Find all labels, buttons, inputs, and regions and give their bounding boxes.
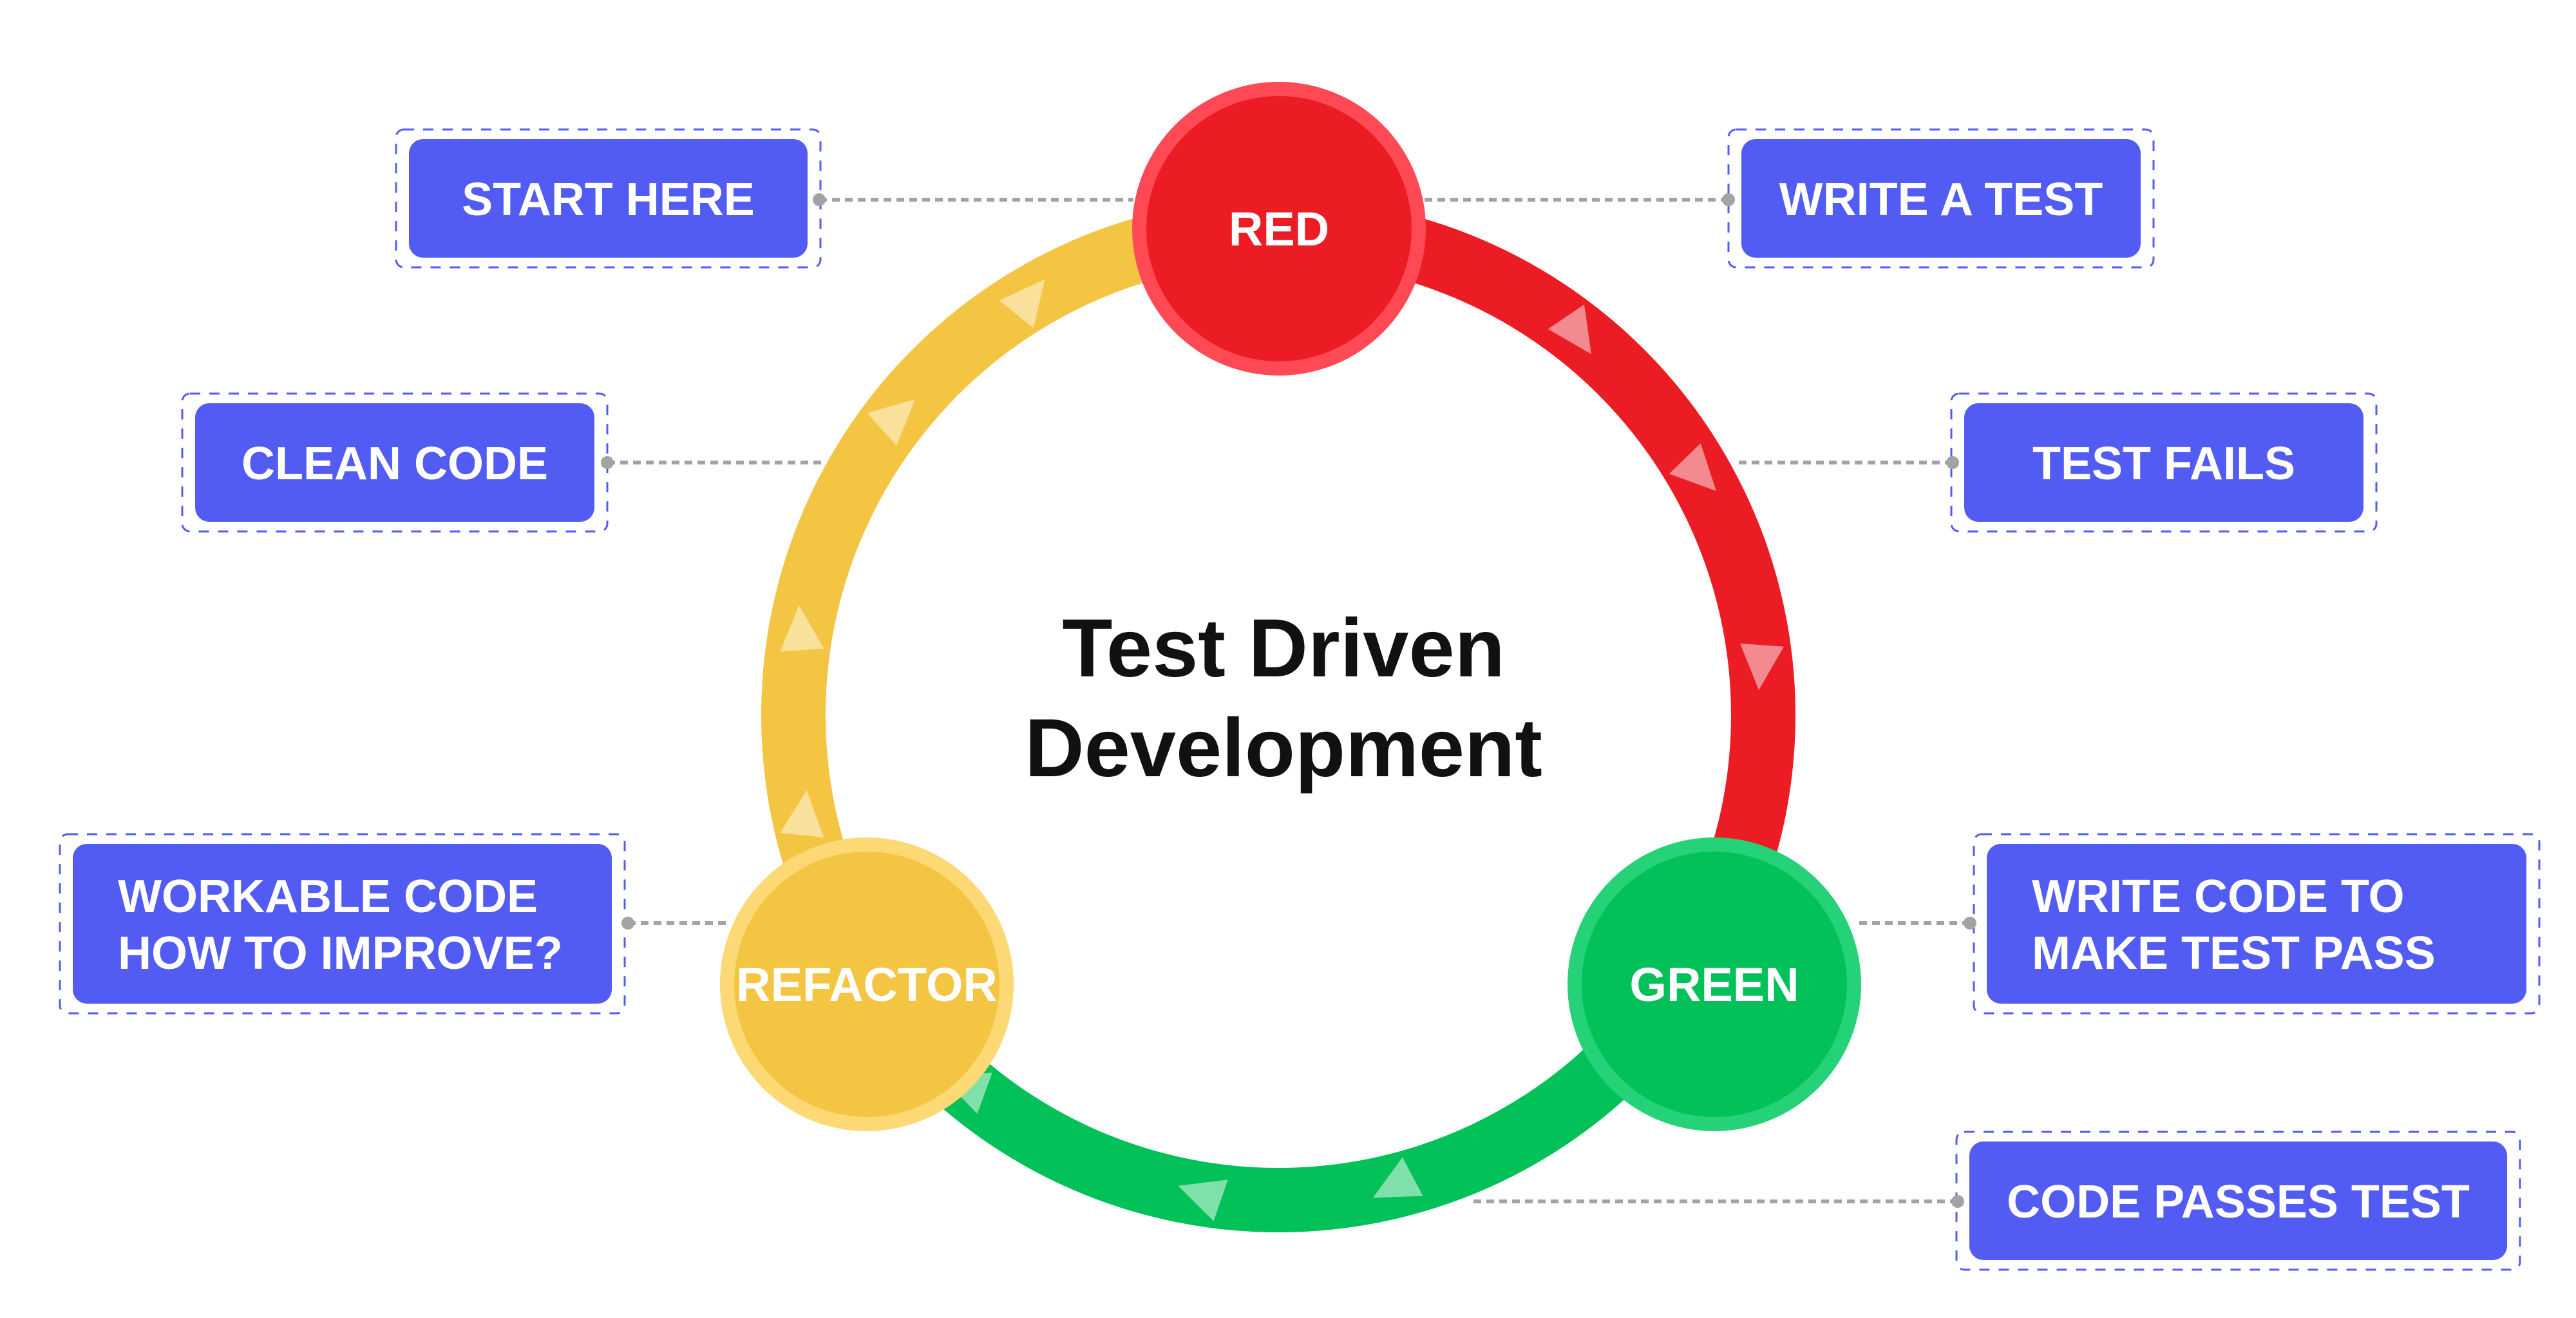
red-node-label: RED <box>1229 202 1329 256</box>
connector-dot <box>1722 193 1735 206</box>
label-text-line: CLEAN CODE <box>242 438 548 490</box>
tdd-cycle-diagram: RED GREEN REFACTOR START HERE WRITE A TEST C… <box>59 82 2541 1271</box>
step-label-code-passes: CODE PASSES TEST <box>1951 1131 2521 1271</box>
step-label-start-here: START HERE <box>395 128 826 269</box>
phase-node-green[interactable]: GREEN <box>1567 837 1861 1131</box>
label-text-line: MAKE TEST PASS <box>2032 928 2436 979</box>
label-text-line: WORKABLE CODE <box>118 871 538 922</box>
label-box <box>1987 844 2526 1004</box>
step-label-test-fails: TEST FAILS <box>1946 392 2378 533</box>
step-label-write-code: WRITE CODE TO MAKE TEST PASS <box>1964 833 2541 1015</box>
phase-node-refactor[interactable]: REFACTOR <box>720 837 1014 1131</box>
label-text-line: WRITE A TEST <box>1779 174 2103 225</box>
green-node-label: GREEN <box>1629 958 1799 1011</box>
connector-dot <box>601 456 614 469</box>
title-line-1: Test Driven <box>1062 602 1505 694</box>
label-box <box>73 844 612 1004</box>
connector-dot <box>1951 1195 1964 1208</box>
connector-dot <box>1946 456 1959 469</box>
connector-dot <box>813 193 826 206</box>
label-text-line: START HERE <box>462 174 755 225</box>
label-text-line: WRITE CODE TO <box>2032 871 2405 922</box>
connector-dot <box>621 917 634 930</box>
phase-node-red[interactable]: RED <box>1132 82 1426 376</box>
connector-dot <box>1964 917 1976 930</box>
label-text-line: TEST FAILS <box>2032 438 2295 490</box>
step-label-clean-code: CLEAN CODE <box>181 392 614 533</box>
diagram-title: Test Driven Development <box>1025 602 1542 794</box>
label-text-line: HOW TO IMPROVE? <box>118 928 563 979</box>
label-text-line: CODE PASSES TEST <box>2007 1176 2470 1228</box>
step-label-write-a-test: WRITE A TEST <box>1722 128 2155 269</box>
step-label-workable-code: WORKABLE CODE HOW TO IMPROVE? <box>59 833 634 1015</box>
title-line-2: Development <box>1025 702 1542 794</box>
refactor-node-label: REFACTOR <box>736 958 998 1011</box>
